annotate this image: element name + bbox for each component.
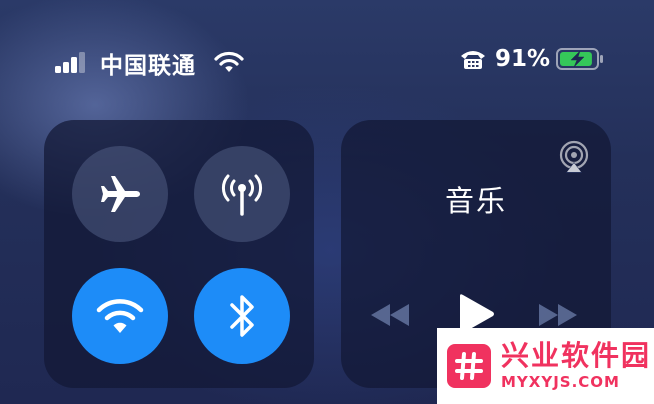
wifi-status-icon xyxy=(214,51,244,72)
bluetooth-icon xyxy=(230,295,254,337)
carrier-name: 中国联通 xyxy=(100,53,196,79)
airplane-icon xyxy=(101,176,140,212)
cellular-signal-icon xyxy=(55,51,87,73)
wifi-toggle-button[interactable] xyxy=(72,268,168,364)
antenna-icon xyxy=(221,174,263,216)
connectivity-panel xyxy=(44,120,314,388)
next-track-icon[interactable] xyxy=(537,300,579,330)
watermark-name: 兴业软件园 xyxy=(501,339,652,372)
airplane-mode-button[interactable] xyxy=(72,146,168,242)
airplay-icon[interactable] xyxy=(557,140,591,174)
bluetooth-toggle-button[interactable] xyxy=(194,268,290,364)
tty-phone-icon xyxy=(460,51,485,69)
music-title: 音乐 xyxy=(444,184,507,218)
watermark-url: MYXYJS.COM xyxy=(501,373,620,391)
site-watermark: 兴业软件园 MYXYJS.COM xyxy=(437,328,654,404)
wifi-icon xyxy=(96,299,144,333)
previous-track-icon[interactable] xyxy=(369,300,411,330)
battery-charging-icon xyxy=(556,48,603,70)
battery-percentage: 91% xyxy=(494,46,550,72)
hash-logo-icon xyxy=(447,344,491,388)
status-bar: 中国联通 91% xyxy=(0,40,654,84)
cellular-data-button[interactable] xyxy=(194,146,290,242)
